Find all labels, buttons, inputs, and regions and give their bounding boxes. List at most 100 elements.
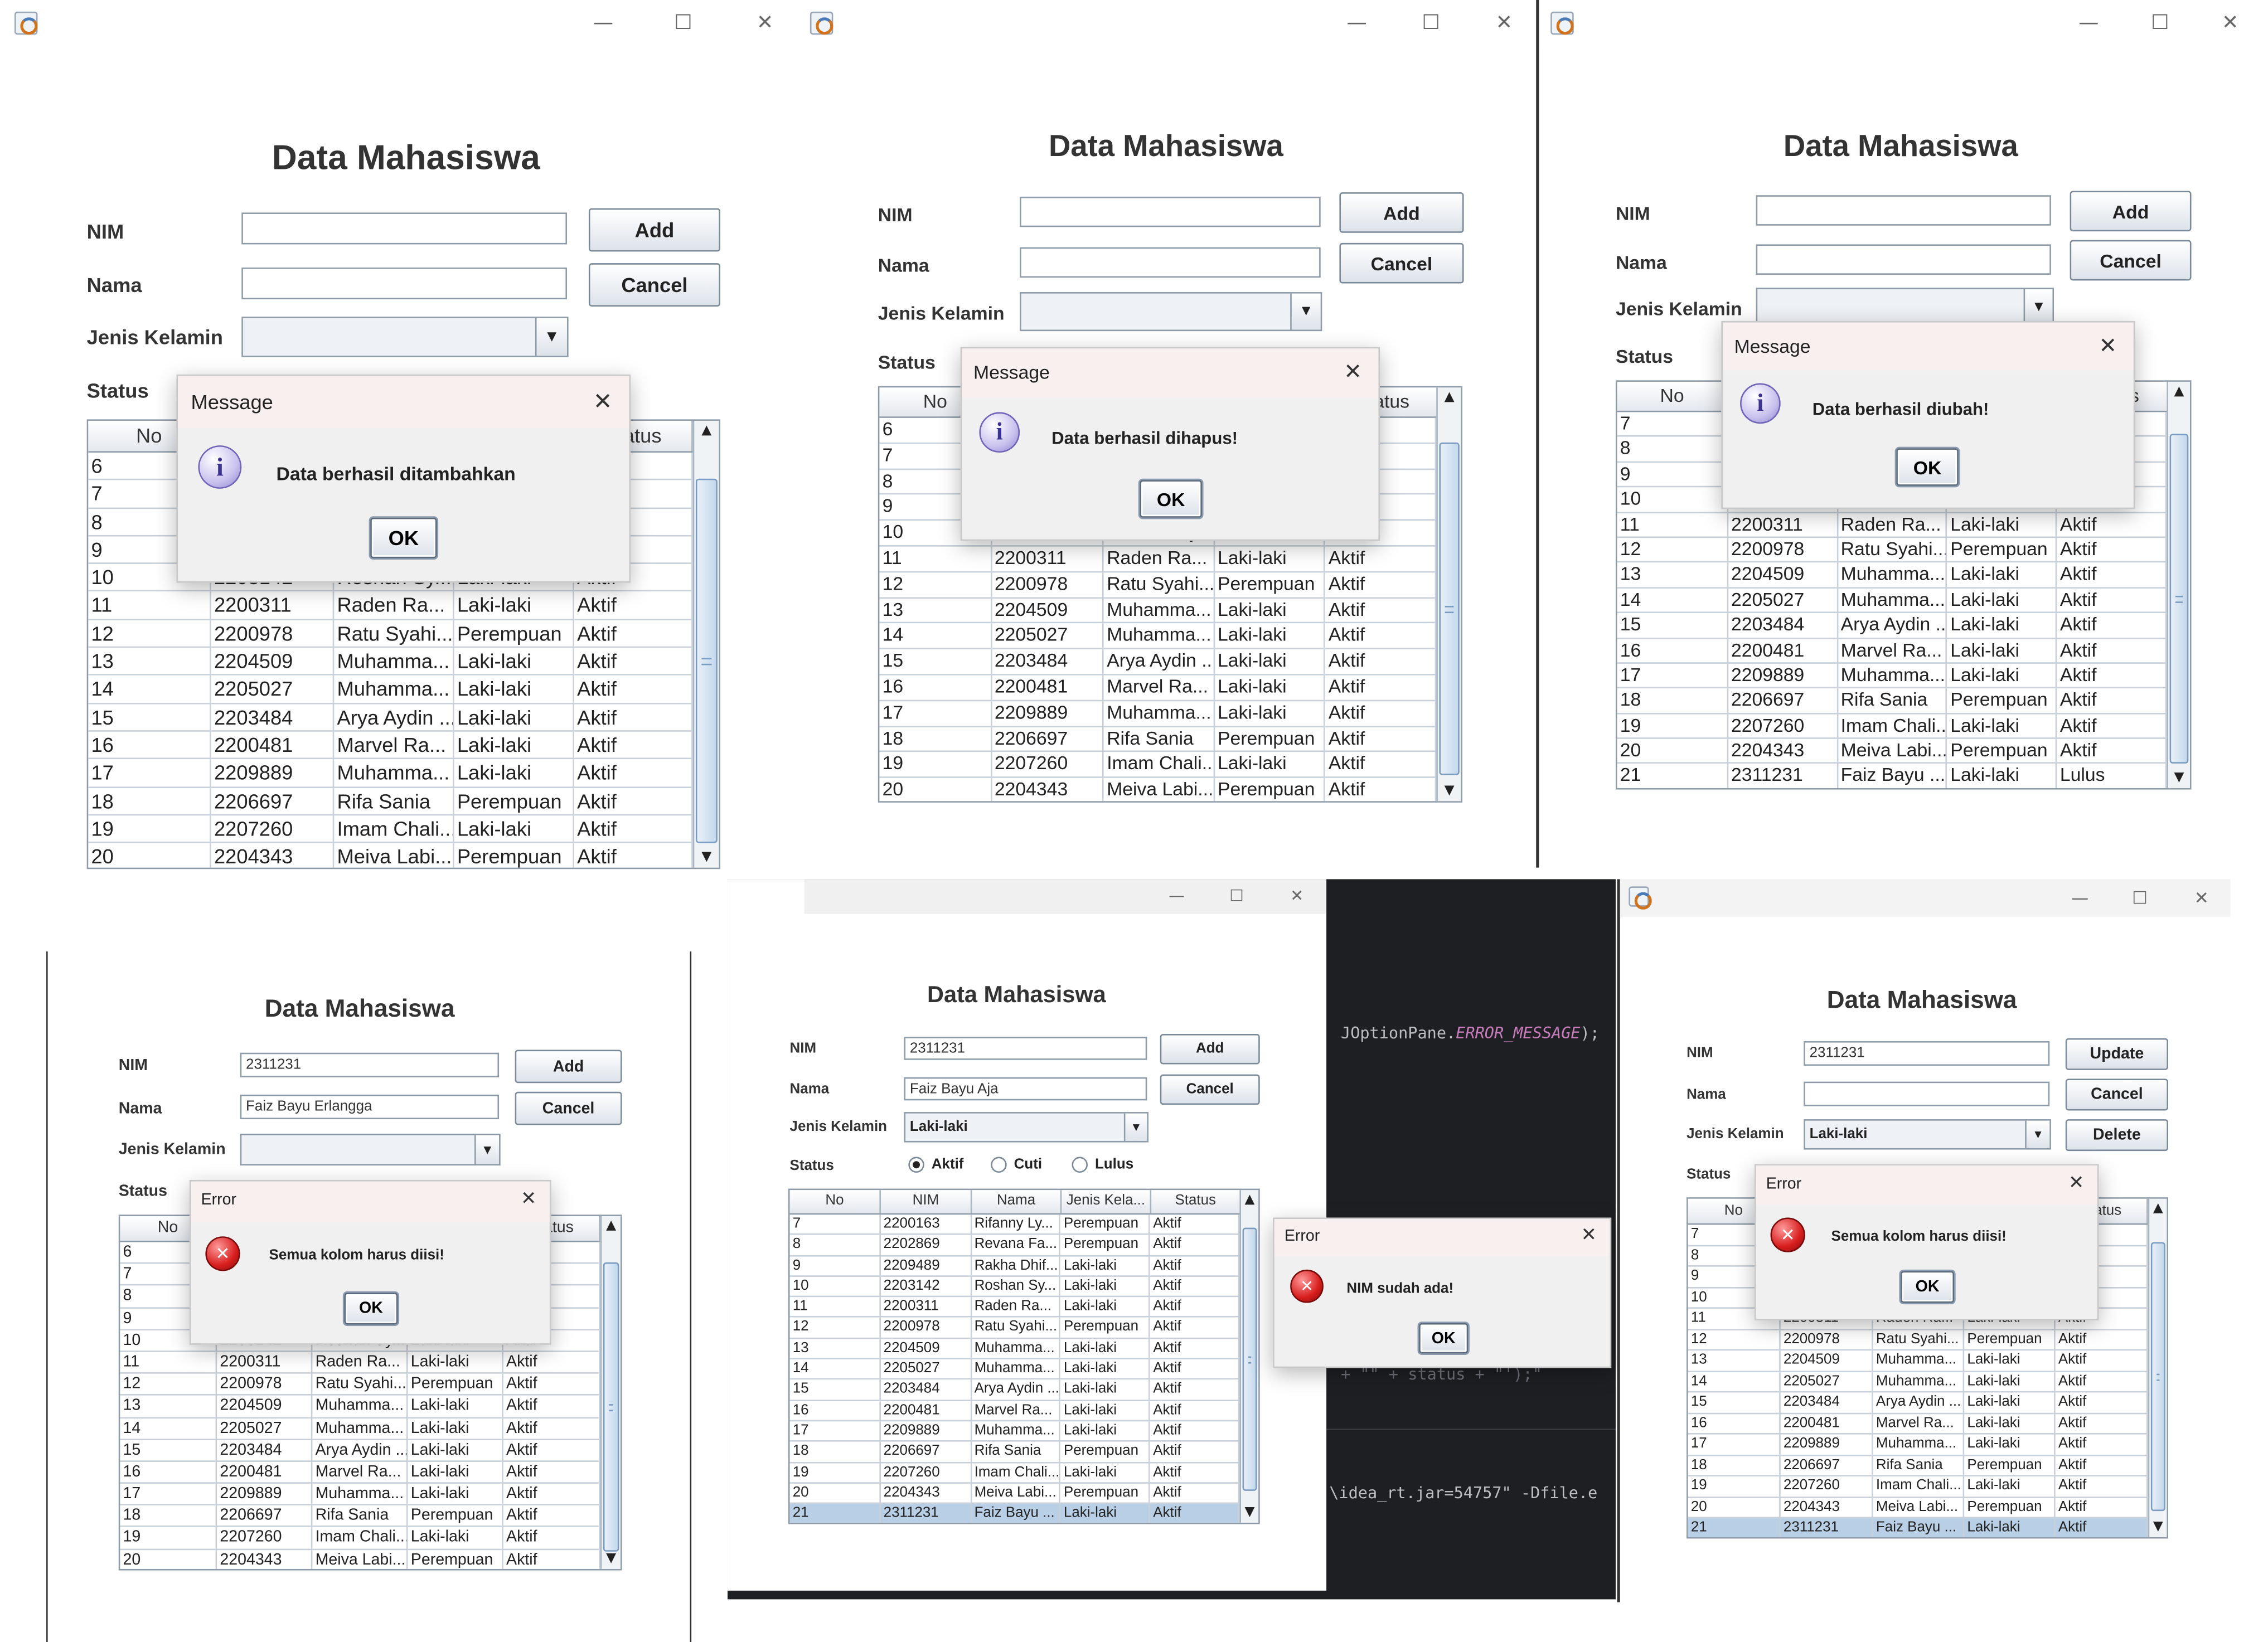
table-row[interactable]: 20 2204343 Meiva Labi... Perempuan Aktif — [879, 778, 1437, 801]
minimize-button[interactable]: — — [1346, 12, 1366, 35]
nama-input[interactable] — [1804, 1081, 2050, 1106]
scroll-down-icon[interactable]: ▼ — [2168, 768, 2190, 788]
table-row[interactable]: 14 2205027 Muhamma... Laki-laki Aktif — [879, 624, 1437, 650]
table-row[interactable]: 92209489Rakha Dhif...Laki-lakiAktif — [789, 1256, 1240, 1277]
table-row[interactable]: 12 2200978 Ratu Syahi... Perempuan Aktif — [88, 620, 693, 648]
table-row[interactable]: 13 2204509 Muhamma... Laki-laki Aktif — [879, 597, 1437, 624]
table-row[interactable]: 72200163Rifanny Ly...PerempuanAktif — [789, 1215, 1240, 1236]
scroll-down-icon[interactable]: ▼ — [1241, 1503, 1258, 1523]
table-row[interactable]: 19 2207260 Imam Chali... Laki-laki Aktif — [1617, 713, 2167, 739]
table-row[interactable]: 21 2311231 Faiz Bayu ... Laki-laki Aktif — [789, 1504, 1240, 1523]
scroll-up-icon[interactable]: ▲ — [602, 1216, 621, 1236]
minimize-button[interactable]: — — [2071, 886, 2088, 910]
table-row[interactable]: 13 2204509 Muhamma... Laki-laki Aktif — [1617, 563, 2167, 589]
column-header[interactable]: NIM — [881, 1190, 972, 1213]
table-row[interactable]: 112200311Raden Ra...Laki-lakiAktif — [879, 546, 1437, 572]
table-row[interactable]: 18 2206697 Rifa Sania Perempuan Aktif — [88, 787, 693, 815]
jenis-kelamin-select[interactable]: ▼ — [1020, 292, 1322, 332]
table-row[interactable]: 16 2200481 Marvel Ra... Laki-laki Aktif — [88, 731, 693, 760]
table-row[interactable]: 15 2203484 Arya Aydin ... Laki-laki Aktif — [879, 649, 1437, 676]
table-row[interactable]: 14 2205027 Muhamma... Laki-laki Aktif — [789, 1359, 1240, 1381]
table-row[interactable]: 17 2209889 Muhamma... Laki-laki Aktif — [1688, 1434, 2148, 1456]
vertical-scrollbar[interactable]: ▲ ▼ — [600, 1216, 621, 1569]
nim-input[interactable]: 2311231 — [1804, 1041, 2050, 1066]
scroll-up-icon[interactable]: ▲ — [1438, 387, 1461, 407]
scroll-up-icon[interactable]: ▲ — [2168, 382, 2190, 402]
nama-input[interactable] — [1020, 247, 1321, 278]
radio-lulus[interactable]: Lulus — [1072, 1157, 1133, 1173]
maximize-button[interactable]: ☐ — [674, 12, 692, 35]
close-icon[interactable]: ✕ — [593, 387, 613, 415]
radio-aktif[interactable]: Aktif — [908, 1157, 963, 1173]
nim-input[interactable] — [1020, 196, 1321, 227]
delete-button[interactable]: Delete — [2065, 1119, 2169, 1152]
scrollbar-thumb[interactable] — [1439, 442, 1460, 775]
ok-button[interactable]: OK — [370, 517, 437, 558]
table-row[interactable]: 102203142Roshan Sy...Laki-lakiAktif — [789, 1276, 1240, 1298]
table-row[interactable]: 18 2206697 Rifa Sania Perempuan Aktif — [1617, 688, 2167, 714]
table-row[interactable]: 12 2200978 Ratu Syahi... Perempuan Aktif — [1617, 537, 2167, 563]
ok-button[interactable]: OK — [344, 1293, 398, 1325]
table-row[interactable]: 12 2200978 Ratu Syahi... Perempuan Aktif — [879, 572, 1437, 598]
close-window-button[interactable]: ✕ — [1290, 885, 1303, 909]
table-row[interactable]: 14 2205027 Muhamma... Laki-laki Aktif — [1617, 588, 2167, 614]
table-row[interactable]: 16 2200481 Marvel Ra... Laki-laki Aktif — [1617, 638, 2167, 664]
table-row[interactable]: 12 2200978 Ratu Syahi... Perempuan Aktif — [1688, 1329, 2148, 1351]
close-window-button[interactable]: ✕ — [2194, 886, 2209, 910]
cancel-button[interactable]: Cancel — [2070, 240, 2192, 281]
table-row[interactable]: 21 2311231 Faiz Bayu ... Laki-laki Lulus — [1617, 764, 2167, 788]
table-row[interactable]: 112200311Raden Ra...Laki-lakiAktif — [1617, 512, 2167, 538]
ok-button[interactable]: OK — [1901, 1271, 1955, 1303]
table-row[interactable]: 15 2203484 Arya Aydin ... Laki-laki Aktif — [88, 703, 693, 732]
nama-input[interactable]: Faiz Bayu Erlangga — [240, 1094, 500, 1120]
nama-input[interactable] — [241, 267, 568, 300]
table-row[interactable]: 18 2206697 Rifa Sania Perempuan Aktif — [120, 1505, 600, 1528]
table-row[interactable]: 16 2200481 Marvel Ra... Laki-laki Aktif — [1688, 1413, 2148, 1435]
close-window-button[interactable]: ✕ — [757, 12, 773, 35]
cancel-button[interactable]: Cancel — [1339, 242, 1464, 284]
scrollbar-thumb[interactable] — [1242, 1227, 1257, 1491]
nim-input[interactable] — [241, 212, 568, 245]
table-row[interactable]: 17 2209889 Muhamma... Laki-laki Aktif — [88, 759, 693, 788]
scrollbar-thumb[interactable] — [2150, 1242, 2165, 1512]
column-header[interactable]: No — [790, 1190, 881, 1213]
cancel-button[interactable]: Cancel — [2065, 1079, 2169, 1111]
add-button[interactable]: Add — [2070, 191, 2192, 232]
ok-button[interactable]: OK — [1140, 480, 1202, 518]
vertical-scrollbar[interactable]: ▲ ▼ — [2148, 1198, 2167, 1537]
table-row[interactable]: 17 2209889 Muhamma... Laki-laki Aktif — [1617, 663, 2167, 689]
table-row[interactable]: 20 2204343 Meiva Labi... Perempuan Aktif — [1617, 739, 2167, 765]
table-row[interactable]: 18 2206697 Rifa Sania Perempuan Aktif — [879, 726, 1437, 753]
scroll-down-icon[interactable]: ▼ — [694, 847, 719, 867]
students-table[interactable]: No NIM Nama Jenis Kela... Status 7220016… — [788, 1188, 1260, 1524]
update-button[interactable]: Update — [2065, 1038, 2169, 1070]
table-row[interactable]: 19 2207260 Imam Chali... Laki-laki Aktif — [88, 815, 693, 843]
table-row[interactable]: 18 2206697 Rifa Sania Perempuan Aktif — [1688, 1455, 2148, 1476]
table-row[interactable]: 20 2204343 Meiva Labi... Perempuan Aktif — [789, 1483, 1240, 1504]
table-row[interactable]: 14 2205027 Muhamma... Laki-laki Aktif — [1688, 1371, 2148, 1393]
table-row[interactable]: 20 2204343 Meiva Labi... Perempuan Aktif — [120, 1549, 600, 1569]
vertical-scrollbar[interactable]: ▲ ▼ — [1436, 387, 1461, 801]
add-button[interactable]: Add — [1160, 1033, 1260, 1065]
close-icon[interactable]: ✕ — [1581, 1225, 1597, 1246]
scrollbar-thumb[interactable] — [2169, 434, 2189, 764]
nama-input[interactable]: Faiz Bayu Aja — [904, 1077, 1147, 1101]
ok-button[interactable]: OK — [1419, 1323, 1469, 1354]
table-row[interactable]: 112200311Raden Ra...Laki-lakiAktif — [789, 1297, 1240, 1318]
scroll-up-icon[interactable]: ▲ — [1241, 1190, 1258, 1210]
table-row[interactable]: 12 2200978 Ratu Syahi... Perempuan Aktif — [120, 1374, 600, 1396]
table-row[interactable]: 17 2209889 Muhamma... Laki-laki Aktif — [879, 701, 1437, 727]
table-row[interactable]: 112200311Raden Ra...Laki-lakiAktif — [120, 1352, 600, 1374]
radio-cuti[interactable]: Cuti — [991, 1157, 1042, 1173]
scroll-down-icon[interactable]: ▼ — [602, 1549, 621, 1569]
add-button[interactable]: Add — [515, 1050, 622, 1084]
scroll-down-icon[interactable]: ▼ — [1438, 781, 1461, 801]
close-icon[interactable]: ✕ — [2068, 1173, 2084, 1194]
nim-input[interactable]: 2311231 — [904, 1037, 1147, 1060]
add-button[interactable]: Add — [588, 208, 721, 252]
table-row[interactable]: 15 2203484 Arya Aydin ... Laki-laki Aktif — [789, 1380, 1240, 1401]
minimize-button[interactable]: — — [1169, 885, 1185, 909]
table-row[interactable]: 19 2207260 Imam Chali... Laki-laki Aktif — [789, 1463, 1240, 1484]
table-row[interactable]: 15 2203484 Arya Aydin ... Laki-laki Aktif — [1617, 613, 2167, 639]
minimize-button[interactable]: — — [593, 12, 613, 35]
